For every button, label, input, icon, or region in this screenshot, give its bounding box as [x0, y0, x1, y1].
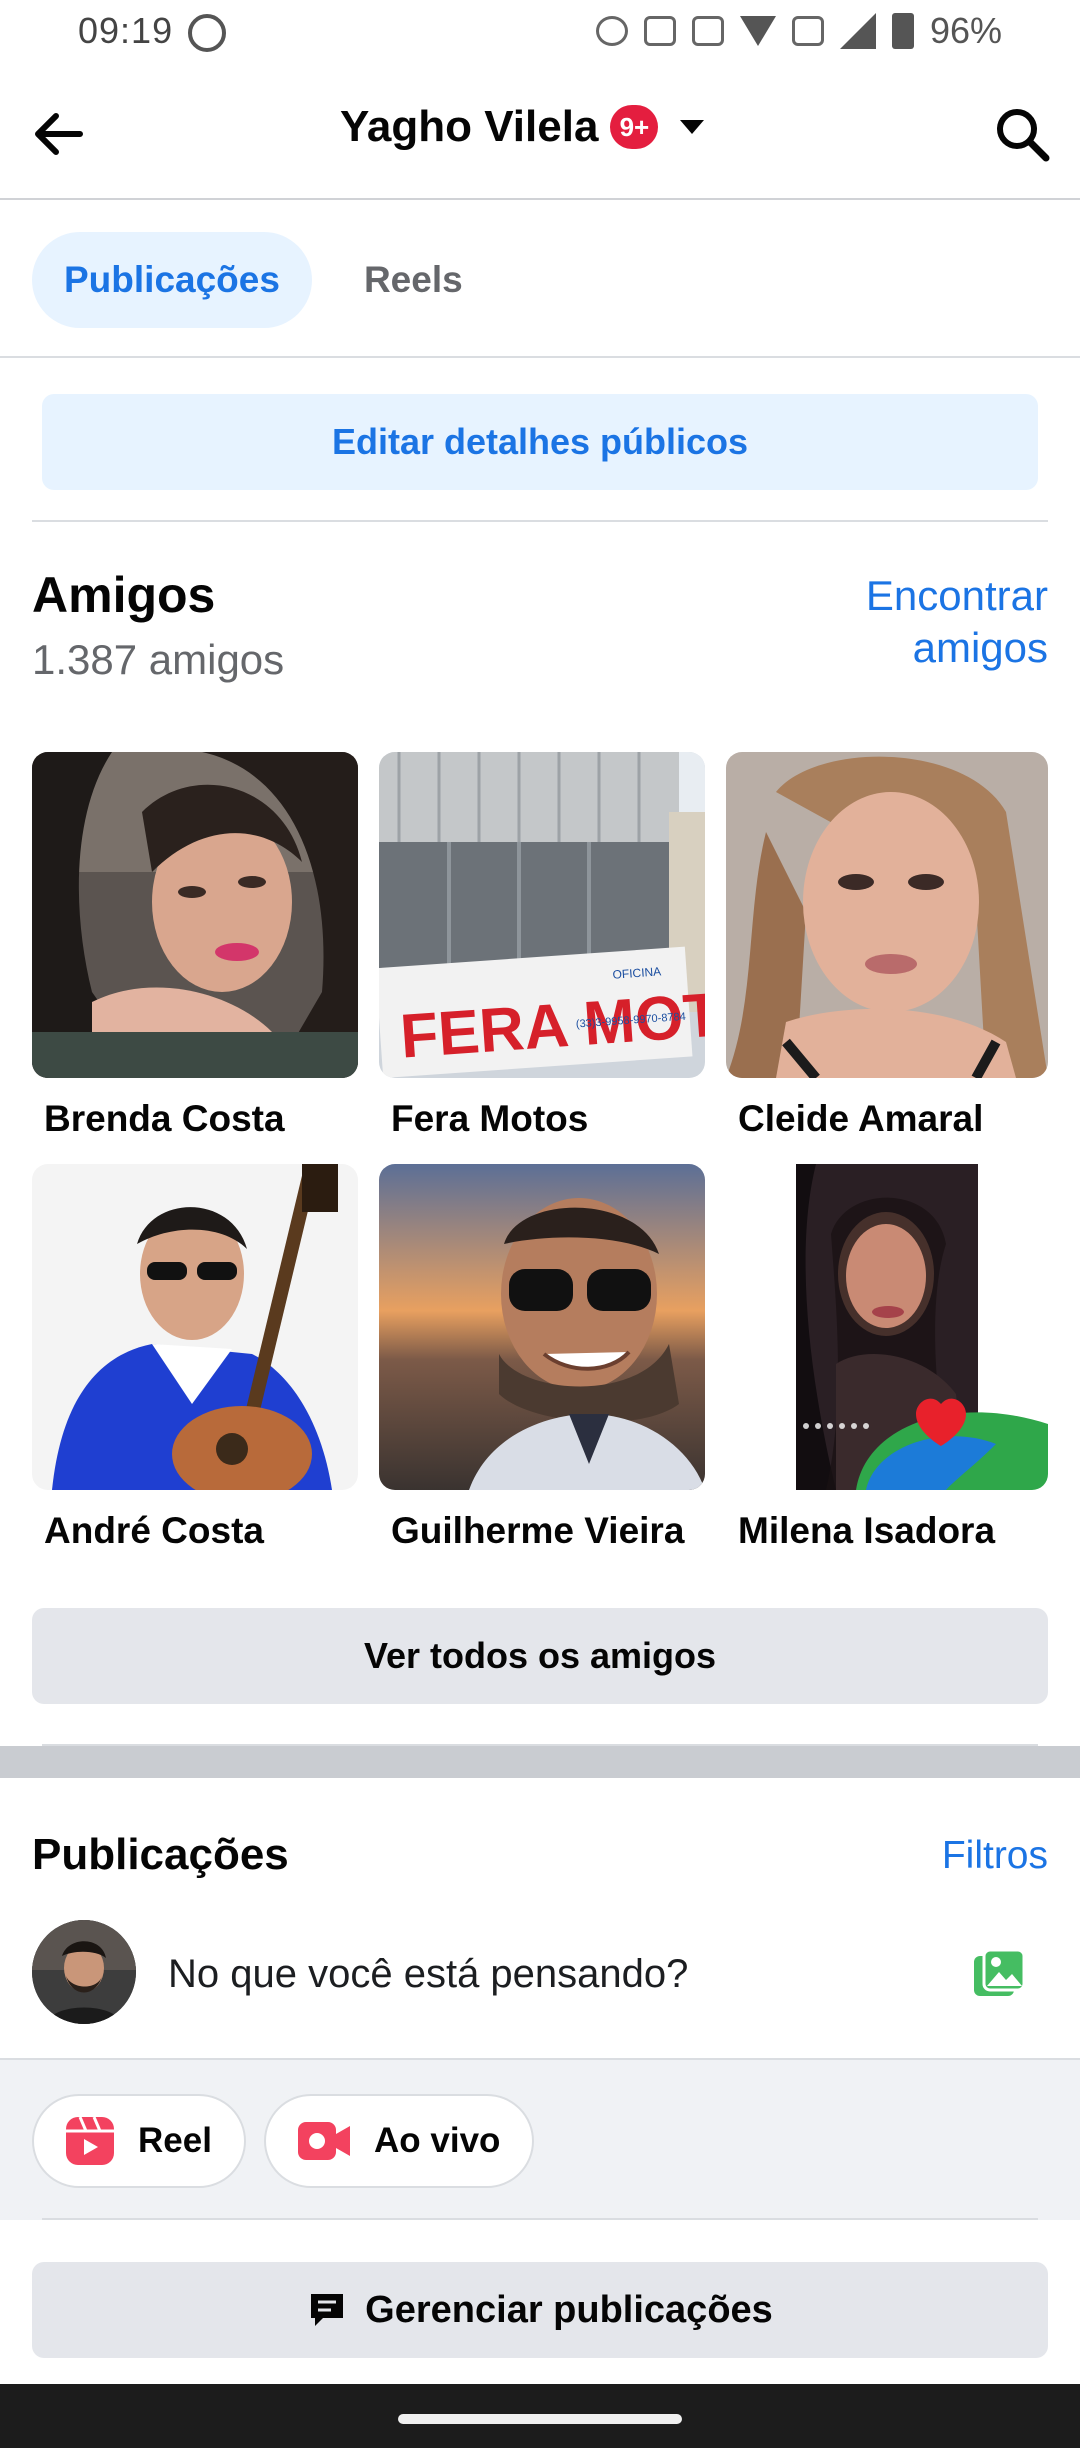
wifi-icon — [739, 16, 776, 46]
arrow-left-icon[interactable] — [28, 102, 92, 166]
top-bar: Yagho Vilela 9+ — [0, 64, 1080, 200]
friend-photo[interactable] — [379, 1164, 705, 1490]
reel-icon — [66, 2116, 114, 2165]
divider — [32, 520, 1048, 522]
battery-icon — [891, 13, 914, 49]
friend-name[interactable]: Fera Motos — [379, 1098, 705, 1140]
friend-photo[interactable]: FERA MOTOS OFICINA (33)3-9958-9970-8784 — [379, 752, 705, 1078]
chevron-down-icon — [680, 120, 705, 134]
divider — [42, 2218, 1038, 2220]
find-friends-link[interactable]: Encontrar amigos — [748, 570, 1048, 674]
friend-photo[interactable] — [726, 752, 1048, 1078]
profile-tabs: Publicações Reels — [32, 232, 495, 328]
friend-name[interactable]: Cleide Amaral — [726, 1098, 1048, 1140]
tab-reels[interactable]: Reels — [332, 232, 495, 328]
divider — [0, 356, 1080, 358]
system-nav-bar — [0, 2384, 1080, 2448]
friend-card[interactable]: André Costa — [32, 1164, 358, 1552]
battery-percent: 96% — [929, 10, 1002, 51]
status-icons: 96% — [595, 10, 1002, 52]
friends-count: 1.387 amigos — [32, 636, 285, 683]
reel-button[interactable]: Reel — [32, 2094, 246, 2188]
see-all-friends-button[interactable]: Ver todos os amigos — [32, 1608, 1048, 1704]
friend-card[interactable]: Cleide Amaral — [726, 752, 1048, 1140]
notification-badge: 9+ — [610, 105, 659, 149]
friend-photo[interactable] — [726, 1164, 1048, 1490]
friend-card[interactable]: Guilherme Vieira — [379, 1164, 705, 1552]
friend-card[interactable]: Milena Isadora — [726, 1164, 1048, 1552]
manage-posts-button[interactable]: Gerenciar publicações — [32, 2262, 1048, 2358]
status-bar: 09:19 96% — [0, 0, 1080, 64]
page-title: Yagho Vilela — [340, 102, 599, 151]
status-time: 09:19 — [78, 10, 174, 51]
chat-bubble-icon — [311, 2294, 344, 2326]
friend-photo[interactable] — [32, 1164, 358, 1490]
manage-posts-label: Gerenciar publicações — [365, 2288, 773, 2331]
whatsapp-icon — [188, 14, 226, 52]
live-label: Ao vivo — [374, 2121, 501, 2160]
search-icon[interactable] — [992, 104, 1052, 164]
filters-link[interactable]: Filtros — [942, 1834, 1048, 1878]
tab-publicacoes[interactable]: Publicações — [32, 232, 312, 328]
avatar[interactable] — [32, 1920, 136, 2024]
auto-brightness-icon — [643, 16, 676, 46]
post-composer[interactable]: No que você está pensando? — [0, 1920, 1080, 2060]
post-actions-bar: Reel Ao vivo — [0, 2060, 1080, 2220]
home-gesture-handle[interactable] — [398, 2414, 682, 2424]
friend-photo[interactable] — [32, 752, 358, 1078]
reel-label: Reel — [138, 2121, 212, 2160]
signal-icon — [839, 13, 876, 49]
live-button[interactable]: Ao vivo — [264, 2094, 535, 2188]
friend-name[interactable]: Milena Isadora — [726, 1510, 1048, 1552]
posts-title: Publicações — [32, 1830, 289, 1879]
friend-card[interactable]: FERA MOTOS OFICINA (33)3-9958-9970-8784 … — [379, 752, 705, 1140]
friend-name[interactable]: André Costa — [32, 1510, 358, 1552]
friend-name[interactable]: Guilherme Vieira — [379, 1510, 705, 1552]
section-divider — [0, 1746, 1080, 1778]
photo-icon[interactable] — [972, 1948, 1028, 2000]
friend-card[interactable]: Brenda Costa — [32, 752, 358, 1140]
composer-placeholder[interactable]: No que você está pensando? — [168, 1952, 688, 1997]
friends-title: Amigos — [32, 567, 216, 623]
alarm-icon — [595, 16, 628, 46]
friend-name[interactable]: Brenda Costa — [32, 1098, 358, 1140]
edit-public-details-button[interactable]: Editar detalhes públicos — [42, 394, 1038, 490]
live-video-icon — [298, 2122, 350, 2160]
vibrate-icon — [691, 16, 724, 46]
profile-switcher[interactable]: Yagho Vilela 9+ — [340, 102, 705, 152]
volte-icon — [791, 16, 824, 46]
